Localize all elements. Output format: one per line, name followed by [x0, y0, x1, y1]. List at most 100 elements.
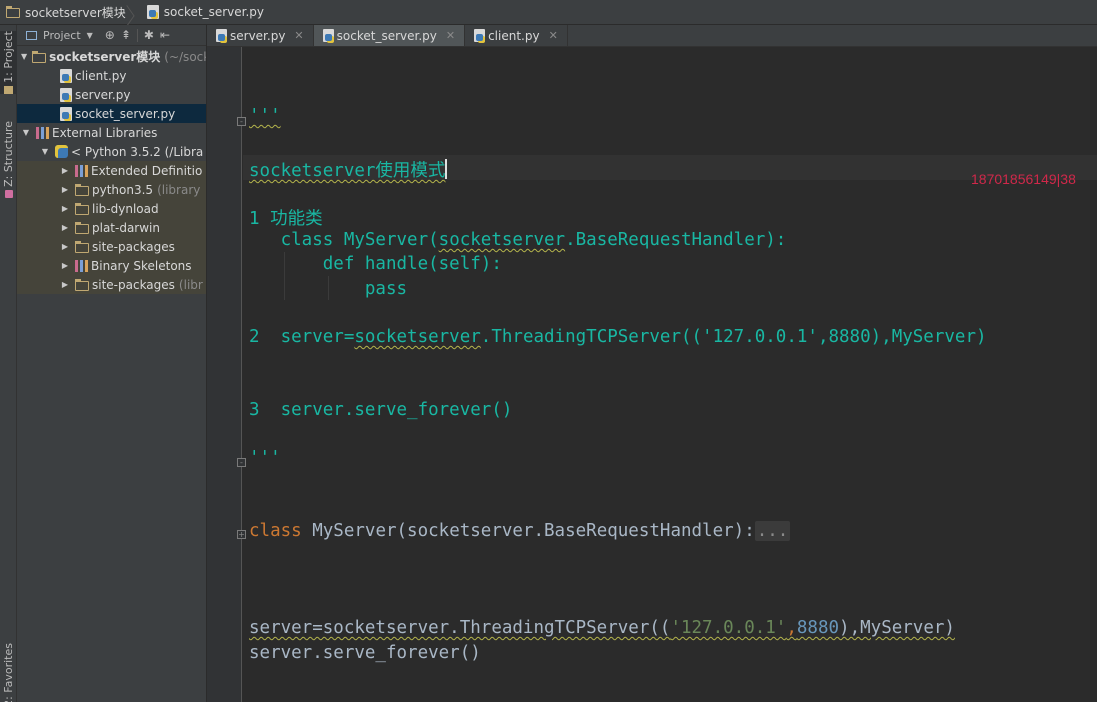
breadcrumb-project[interactable]: socketserver模块: [6, 0, 126, 25]
project-toolbar: Project ▼ ⊕ ⇞ ✱ ⇤: [17, 25, 206, 46]
string-literal: '127.0.0.1': [670, 618, 787, 638]
docstring-text: class MyServer(: [249, 230, 439, 250]
expand-arrow-icon[interactable]: ▼: [40, 147, 50, 157]
python-file-icon: [216, 29, 227, 42]
collapsed-arrow-icon[interactable]: ▶: [60, 261, 70, 271]
tab-label: client.py: [488, 28, 540, 43]
project-tool-icon: [4, 85, 13, 94]
tree-item-extended-definitions[interactable]: ▶ Extended Definitio: [17, 161, 206, 180]
structure-tool-tab[interactable]: Z: Structure: [0, 121, 17, 198]
tree-item-project-root[interactable]: ▼ socketserver模块 (~/sock: [17, 47, 206, 66]
docstring-text: .ThreadingTCPServer(('127.0.0.1',8880),M…: [480, 327, 987, 347]
project-view-selector[interactable]: Project: [43, 29, 81, 42]
tree-item-label: Extended Definitio: [91, 163, 203, 178]
expand-arrow-icon[interactable]: ▼: [21, 52, 27, 62]
code-line: pass: [249, 279, 407, 299]
library-icon: [75, 259, 88, 272]
tree-item-server-py[interactable]: server.py: [17, 85, 206, 104]
tree-item-plat-darwin[interactable]: ▶ plat-darwin: [17, 218, 206, 237]
tree-item-lib-dynload[interactable]: ▶ lib-dynload: [17, 199, 206, 218]
python-file-icon: [60, 68, 72, 83]
navigation-bar: socketserver模块 socket_server.py: [0, 0, 1097, 25]
collapse-all-icon[interactable]: ⇞: [121, 28, 131, 42]
docstring-text: def handle(self):: [249, 254, 502, 274]
folder-icon: [6, 6, 20, 18]
hide-panel-icon[interactable]: ⇤: [160, 28, 170, 42]
fold-marker-icon[interactable]: -: [237, 117, 246, 126]
text-caret: [445, 159, 448, 179]
docstring-quote: ''': [249, 106, 281, 126]
tree-item-python35[interactable]: ▶ python3.5 (library: [17, 180, 206, 199]
gear-icon[interactable]: ✱: [144, 28, 154, 42]
tab-label: server.py: [230, 28, 286, 43]
collapsed-arrow-icon[interactable]: ▶: [60, 204, 70, 214]
tab-client-py[interactable]: client.py ✕: [465, 25, 568, 46]
tree-item-label: client.py: [75, 68, 127, 83]
tree-item-binary-skeletons[interactable]: ▶ Binary Skeletons: [17, 256, 206, 275]
favorites-tool-tab[interactable]: 2: Favorites: [0, 643, 17, 702]
editor-tabs: server.py ✕ socket_server.py ✕ client.py…: [207, 25, 1097, 47]
tree-item-path: (libr: [178, 277, 203, 292]
tree-item-label: python3.5: [92, 182, 154, 197]
editor-gutter[interactable]: [207, 47, 242, 702]
python-file-icon: [146, 5, 159, 19]
docstring-text: 3 server.serve_forever(): [249, 400, 513, 420]
docstring-text: 2 server=: [249, 327, 355, 347]
folder-icon: [32, 50, 47, 63]
code-line: class MyServer(socketserver.BaseRequestH…: [249, 521, 791, 541]
collapsed-arrow-icon[interactable]: ▶: [60, 185, 70, 195]
keyword: class: [249, 521, 302, 541]
tab-server-py[interactable]: server.py ✕: [207, 25, 314, 46]
tree-item-label: socket_server.py: [75, 106, 176, 121]
tree-item-socket-server-py[interactable]: socket_server.py: [17, 104, 206, 123]
library-icon: [75, 164, 88, 177]
breadcrumb-file[interactable]: socket_server.py: [146, 0, 265, 25]
fold-marker-icon[interactable]: -: [237, 458, 246, 467]
breadcrumb-separator: [129, 0, 138, 25]
tab-socket-server-py[interactable]: socket_server.py ✕: [313, 25, 466, 46]
code-text: server=socketserver.ThreadingTCPServer((: [249, 618, 671, 638]
tree-item-label: lib-dynload: [92, 201, 159, 216]
expand-arrow-icon[interactable]: ▼: [21, 128, 31, 138]
tree-item-external-libraries[interactable]: ▼ External Libraries: [17, 123, 206, 142]
tree-item-site-packages[interactable]: ▶ site-packages: [17, 237, 206, 256]
collapsed-arrow-icon[interactable]: ▶: [60, 166, 70, 176]
tree-item-label: Binary Skeletons: [91, 258, 192, 273]
close-icon[interactable]: ✕: [446, 29, 455, 42]
library-icon: [36, 126, 49, 139]
divider: [136, 28, 138, 42]
code-editor[interactable]: [243, 47, 1097, 702]
structure-tool-icon: [4, 189, 13, 198]
code-text: MyServer(socketserver.BaseRequestHandler…: [301, 521, 755, 541]
code-line: def handle(self):: [249, 254, 502, 274]
chevron-down-icon[interactable]: ▼: [87, 31, 93, 40]
folded-region[interactable]: ...: [754, 521, 791, 541]
code-line: server=socketserver.ThreadingTCPServer((…: [249, 618, 955, 638]
code-text: ),MyServer): [839, 618, 955, 638]
code-line: server.serve_forever(): [249, 643, 481, 663]
tree-item-python-sdk[interactable]: ▼ < Python 3.5.2 (/Libra: [17, 142, 206, 161]
code-line: 1 功能类: [249, 205, 323, 230]
docstring-text: socketserver使用模式: [249, 161, 446, 181]
collapsed-arrow-icon[interactable]: ▶: [60, 223, 70, 233]
tree-item-label: server.py: [75, 87, 131, 102]
scroll-from-source-icon[interactable]: ⊕: [105, 28, 115, 42]
close-icon[interactable]: ✕: [294, 29, 303, 42]
breadcrumb-file-label: socket_server.py: [163, 5, 265, 19]
collapsed-arrow-icon[interactable]: ▶: [60, 242, 70, 252]
tree-item-client-py[interactable]: client.py: [17, 66, 206, 85]
tree-item-label: site-packages: [92, 239, 175, 254]
tree-item-path: (library: [157, 182, 201, 197]
tree-item-label: socketserver模块: [49, 50, 161, 64]
collapsed-arrow-icon[interactable]: ▶: [60, 280, 70, 290]
close-icon[interactable]: ✕: [549, 29, 558, 42]
fold-marker-icon[interactable]: +: [237, 530, 246, 539]
folder-icon: [75, 202, 89, 215]
project-tool-tab[interactable]: 1: Project: [0, 31, 17, 94]
favorites-tool-tab-label: 2: Favorites: [2, 643, 15, 702]
python-icon: [55, 145, 68, 158]
docstring-text: socketserver: [438, 230, 566, 250]
tree-item-site-packages-lib[interactable]: ▶ site-packages (libr: [17, 275, 206, 294]
folder-icon: [75, 221, 89, 234]
code-line: 2 server=socketserver.ThreadingTCPServer…: [249, 327, 987, 347]
